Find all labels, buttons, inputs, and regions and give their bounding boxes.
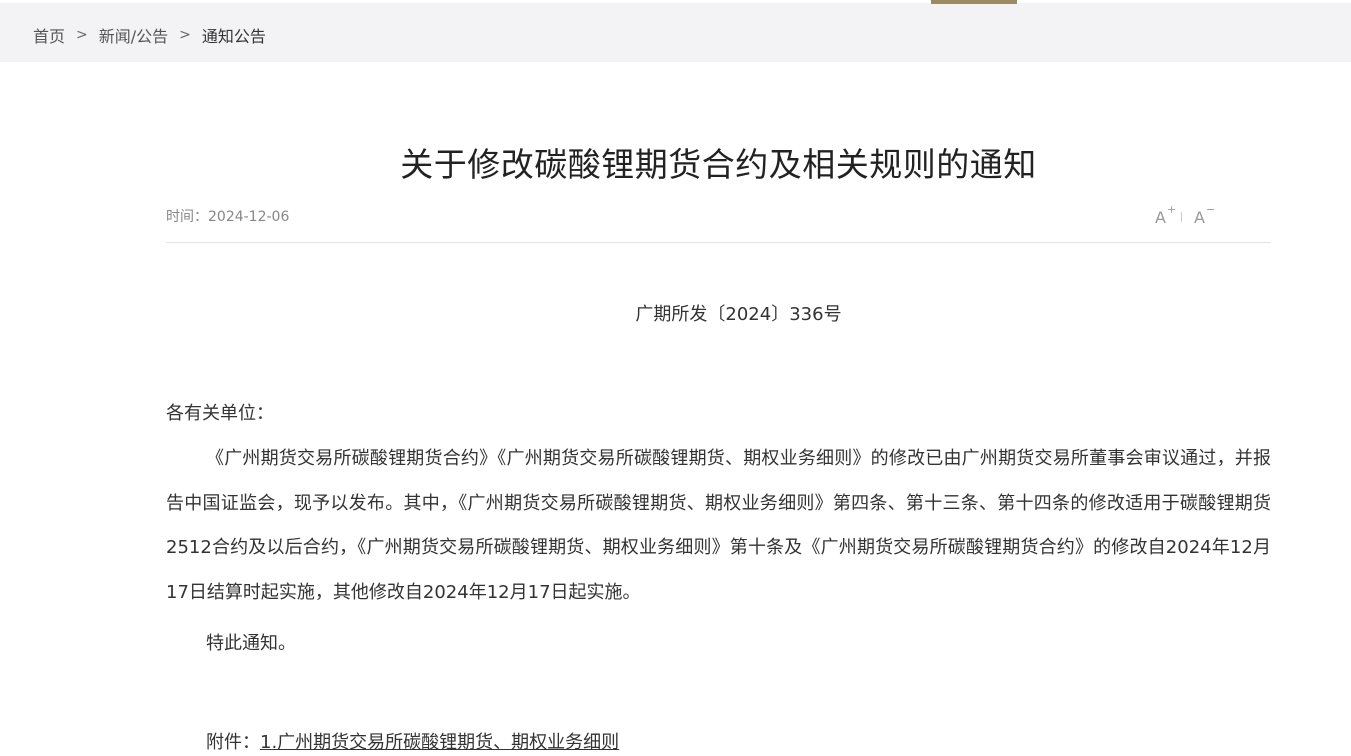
breadcrumb-news[interactable]: 新闻/公告 xyxy=(99,23,168,47)
date-value: 2024-12-06 xyxy=(208,209,290,225)
font-decrease-button[interactable]: A − xyxy=(1194,203,1216,228)
document-number: 广期所发〔2024〕336号 xyxy=(635,304,842,325)
page-title: 关于修改碳酸锂期货合约及相关规则的通知 xyxy=(400,145,1037,184)
salutation: 各有关单位： xyxy=(166,403,274,424)
header-bar: 首页 > 新闻/公告 > 通知公告 xyxy=(0,0,1351,62)
publish-date: 时间：2024-12-06 xyxy=(166,206,289,226)
breadcrumb-current[interactable]: 通知公告 xyxy=(202,23,266,47)
minus-icon: − xyxy=(1206,203,1216,216)
breadcrumb-home[interactable]: 首页 xyxy=(33,23,65,47)
date-label: 时间： xyxy=(166,209,208,225)
body-paragraph: 《广州期货交易所碳酸锂期货合约》《广州期货交易所碳酸锂期货、期权业务细则》的修改… xyxy=(166,448,1271,603)
font-control-divider xyxy=(1181,212,1182,222)
font-increase-icon: A xyxy=(1155,208,1166,227)
plus-icon: + xyxy=(1167,203,1177,216)
breadcrumb: 首页 > 新闻/公告 > 通知公告 xyxy=(33,23,266,47)
attachment-label: 附件： xyxy=(206,732,260,753)
breadcrumb-separator: > xyxy=(179,27,191,43)
font-decrease-icon: A xyxy=(1194,208,1205,227)
top-border xyxy=(0,0,1351,3)
font-size-controls: A + A − xyxy=(1155,203,1216,228)
breadcrumb-separator: > xyxy=(76,27,88,43)
attachment: 附件：1.广州期货交易所碳酸锂期货、期权业务细则 xyxy=(206,728,619,754)
active-nav-indicator xyxy=(931,0,1017,4)
title-divider xyxy=(166,242,1271,243)
attachment-link[interactable]: 1.广州期货交易所碳酸锂期货、期权业务细则 xyxy=(260,732,619,753)
closing-text: 特此通知。 xyxy=(206,633,296,654)
font-increase-button[interactable]: A + xyxy=(1155,203,1177,228)
